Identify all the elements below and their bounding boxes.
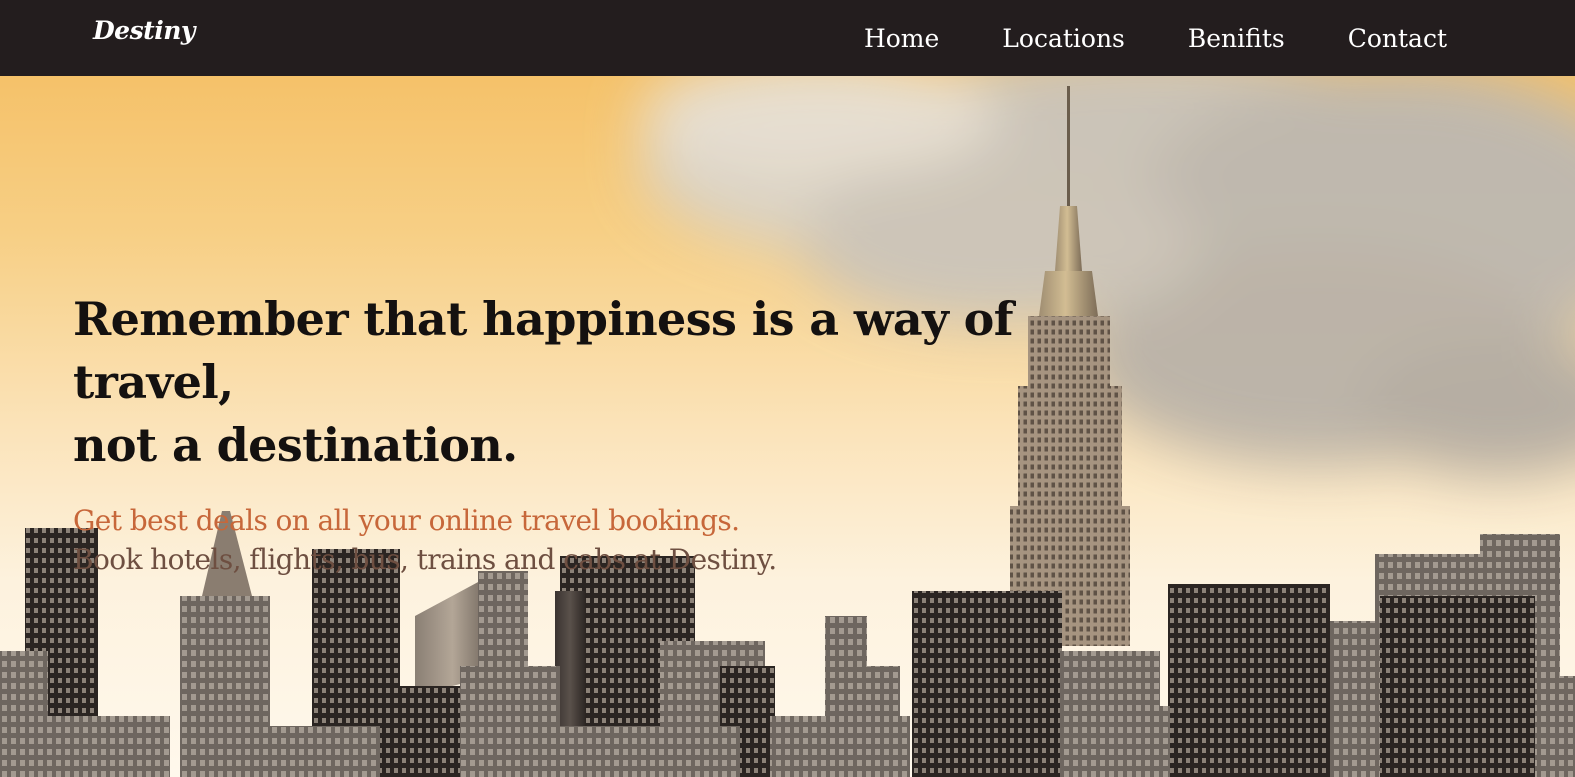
hero-tagline: Get best deals on all your online travel… [73,504,740,537]
hero-headline-line2: not a destination. [73,418,518,472]
nav-link-home[interactable]: Home [864,24,939,53]
nav-link-benifits[interactable]: Benifits [1188,24,1285,53]
hero-headline-line1: Remember that happiness is a way of trav… [73,292,1014,409]
hero-subline: Book hotels, flights, bus, trains and ca… [73,543,777,576]
hero-headline: Remember that happiness is a way of trav… [73,288,1153,477]
nav-link-contact[interactable]: Contact [1348,24,1447,53]
nav-link-locations[interactable]: Locations [1002,24,1125,53]
hero-section: Remember that happiness is a way of trav… [73,288,1153,579]
top-navbar: Destiny Home Locations Benifits Contact [0,0,1575,76]
brand-logo[interactable]: Destiny [93,16,195,45]
nav-links: Home Locations Benifits Contact [864,0,1447,76]
landing-page: Destiny Home Locations Benifits Contact [0,0,1575,777]
